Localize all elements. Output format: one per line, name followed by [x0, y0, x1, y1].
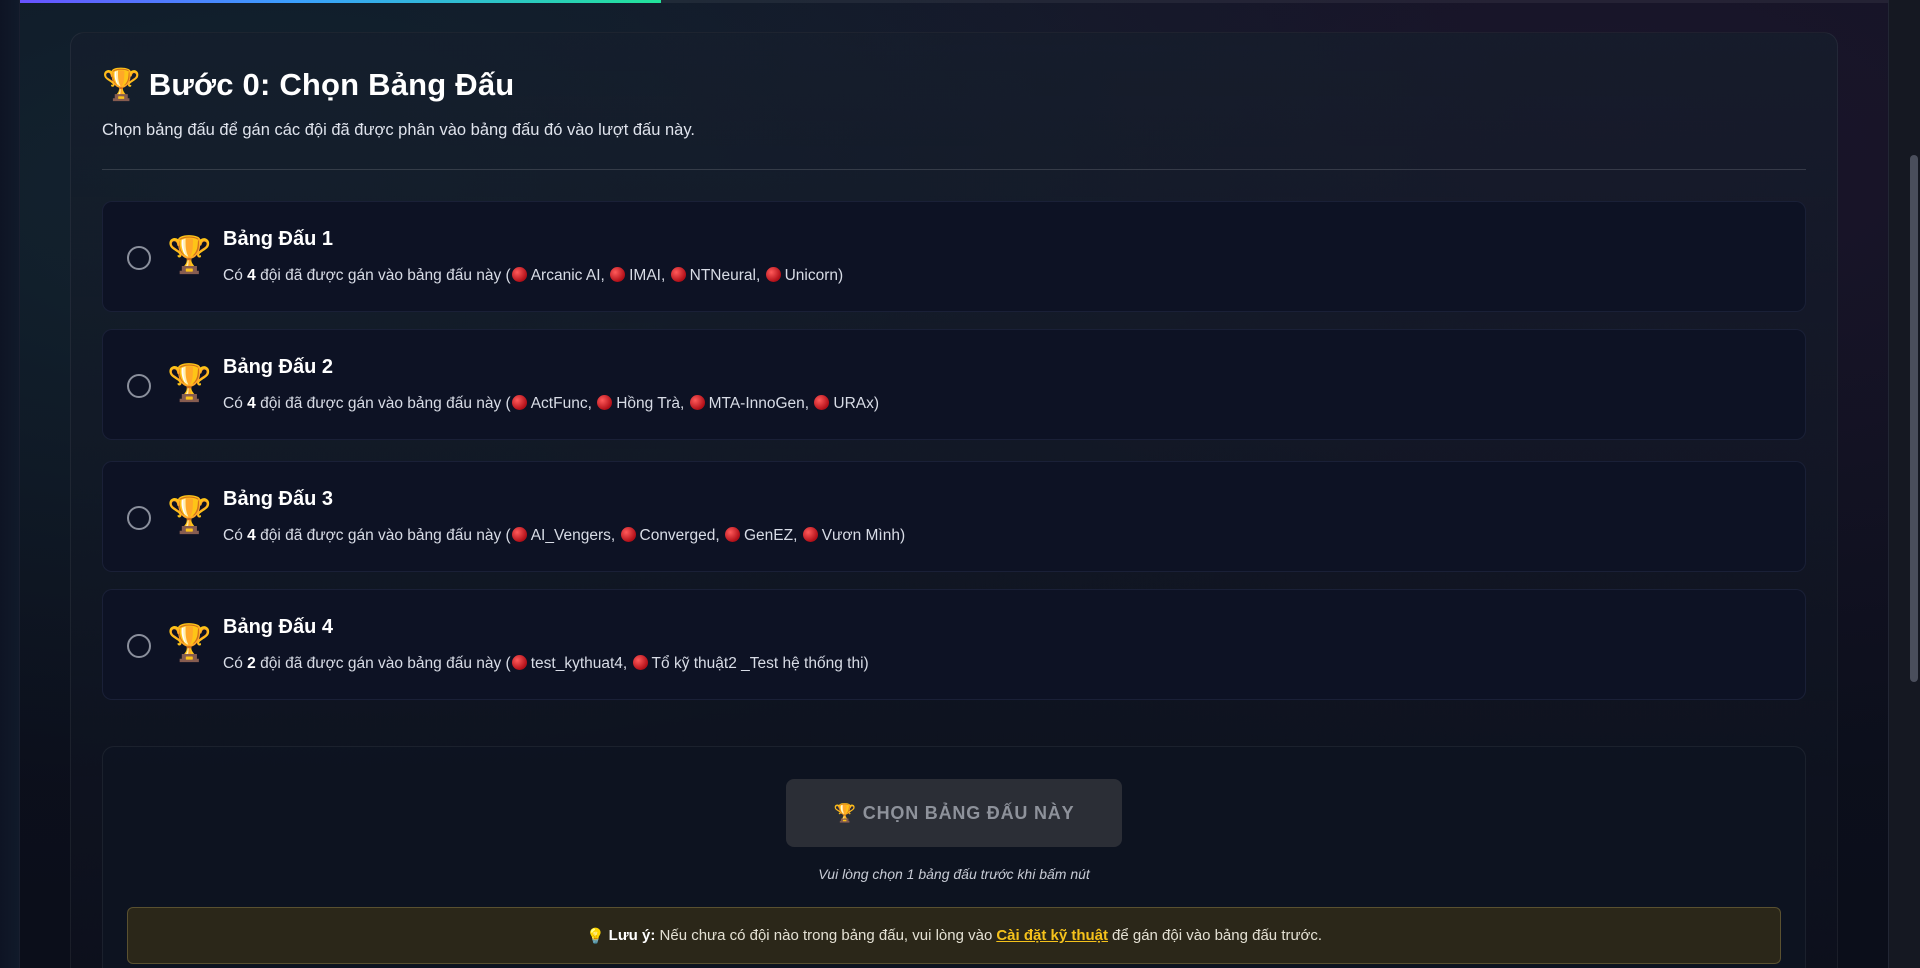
note-text-before: Nếu chưa có đội nào trong bảng đấu, vui … — [659, 927, 993, 944]
group-desc-suffix: ) — [838, 267, 844, 284]
team-name: Tổ kỹ thuật2 _Test hệ thống thi — [651, 655, 864, 672]
group-desc-middle: đội đã được gán vào bảng đấu này ( — [260, 655, 511, 672]
trophy-icon: 🏆 — [167, 495, 212, 536]
red-circle-icon — [802, 527, 818, 542]
group-radio-button[interactable] — [127, 374, 151, 398]
team-name: Hồng Trà — [616, 395, 680, 412]
group-description: Có 4 đội đã được gán vào bảng đấu này ( A… — [223, 527, 906, 544]
red-circle-icon — [620, 527, 636, 542]
scrollbar-thumb[interactable] — [1910, 155, 1918, 682]
group-title: Bảng Đấu 2 — [223, 356, 334, 378]
team-name: Unicorn — [784, 267, 838, 284]
group-desc-prefix: Có — [223, 655, 243, 672]
red-circle-icon — [765, 267, 781, 282]
team-name: AI_Vengers — [530, 527, 611, 544]
group-option-1[interactable]: 🏆 Bảng Đấu 1 Có 4 đội đã được gán vào bảng… — [102, 201, 1806, 312]
page-progress-fill — [0, 0, 661, 3]
group-radio-button[interactable] — [127, 634, 151, 658]
group-radio-button[interactable] — [127, 506, 151, 530]
group-desc-prefix: Có — [223, 395, 243, 412]
group-desc-suffix: ) — [873, 395, 880, 412]
group-description: Có 4 đội đã được gán vào bảng đấu này ( A… — [223, 267, 844, 284]
choose-group-button-label: CHỌN BẢNG ĐẤU NÀY — [862, 802, 1075, 823]
group-option-3[interactable]: 🏆 Bảng Đấu 3 Có 4 đội đã được gán vào bảng… — [102, 461, 1806, 572]
red-circle-icon — [511, 267, 527, 282]
red-circle-icon — [597, 395, 613, 410]
team-count: 4 — [247, 527, 256, 544]
group-desc-suffix: ) — [899, 527, 906, 544]
red-circle-icon — [632, 655, 648, 670]
red-circle-icon — [724, 527, 740, 542]
team-name: MTA-InnoGen — [708, 395, 805, 412]
note-text-after: để gán đội vào bảng đấu trước. — [1112, 927, 1323, 944]
trophy-icon: 🏆 — [167, 363, 212, 404]
left-edge-strip — [0, 0, 20, 968]
page-viewport: 🏆 Bước 0: Chọn Bảng Đấu Chọn bảng đấu để… — [0, 0, 1888, 968]
team-name: GenEZ — [743, 527, 794, 544]
group-description: Có 4 đội đã được gán vào bảng đấu này ( A… — [223, 395, 880, 412]
red-circle-icon — [670, 267, 686, 282]
choose-group-button[interactable]: 🏆 CHỌN BẢNG ĐẤU NÀY — [786, 779, 1122, 847]
note-box: 💡 Lưu ý: Nếu chưa có đội nào trong bảng … — [127, 907, 1781, 964]
page-progress-bar — [0, 0, 1888, 3]
red-circle-icon — [511, 527, 527, 542]
vertical-scrollbar[interactable] — [1888, 0, 1920, 968]
team-count: 2 — [247, 655, 256, 672]
team-name: Arcanic AI — [530, 267, 601, 284]
group-option-2[interactable]: 🏆 Bảng Đấu 2 Có 4 đội đã được gán vào bảng… — [102, 329, 1806, 440]
trophy-icon: 🏆 — [102, 67, 141, 103]
group-desc-suffix: ) — [863, 655, 869, 672]
trophy-icon: 🏆 — [833, 802, 857, 824]
group-desc-middle: đội đã được gán vào bảng đấu này ( — [260, 527, 511, 544]
team-name: ActFunc — [530, 395, 588, 412]
trophy-icon: 🏆 — [167, 623, 212, 664]
team-count: 4 — [247, 395, 256, 412]
header-divider — [102, 169, 1806, 170]
group-radio-button[interactable] — [127, 246, 151, 270]
choose-hint: Vui lòng chọn 1 bảng đấu trước khi bấm n… — [818, 866, 1090, 882]
page-title-text: Bước 0: Chọn Bảng Đấu — [148, 66, 515, 102]
team-name: test_kythuat4 — [530, 655, 623, 672]
group-desc-middle: đội đã được gán vào bảng đấu này ( — [260, 267, 511, 284]
team-name: NTNeural — [689, 267, 756, 284]
group-desc-middle: đội đã được gán vào bảng đấu này ( — [260, 395, 511, 412]
page-title: 🏆 Bước 0: Chọn Bảng Đấu — [102, 66, 515, 104]
red-circle-icon — [814, 395, 830, 410]
group-title: Bảng Đấu 4 — [223, 616, 334, 638]
red-circle-icon — [689, 395, 705, 410]
team-name: IMAI — [629, 267, 661, 284]
red-circle-icon — [610, 267, 626, 282]
trophy-icon: 🏆 — [167, 235, 212, 276]
lightbulb-icon: 💡 — [585, 926, 605, 945]
team-name: URAx — [833, 395, 874, 412]
team-name: Vươn Mình — [821, 527, 900, 544]
group-desc-prefix: Có — [223, 527, 243, 544]
team-name: Converged — [639, 527, 716, 544]
note-label: Lưu ý: — [608, 927, 656, 944]
team-count: 4 — [247, 267, 256, 284]
red-circle-icon — [511, 655, 527, 670]
red-circle-icon — [511, 395, 527, 410]
technical-settings-link[interactable]: Cài đặt kỹ thuật — [996, 927, 1108, 944]
page-description: Chọn bảng đấu để gán các đội đã được phâ… — [102, 121, 695, 139]
group-title: Bảng Đấu 3 — [223, 488, 334, 510]
group-desc-prefix: Có — [223, 267, 243, 284]
group-description: Có 2 đội đã được gán vào bảng đấu này ( t… — [223, 655, 869, 672]
group-option-4[interactable]: 🏆 Bảng Đấu 4 Có 2 đội đã được gán vào bảng… — [102, 589, 1806, 700]
group-title: Bảng Đấu 1 — [223, 228, 334, 250]
